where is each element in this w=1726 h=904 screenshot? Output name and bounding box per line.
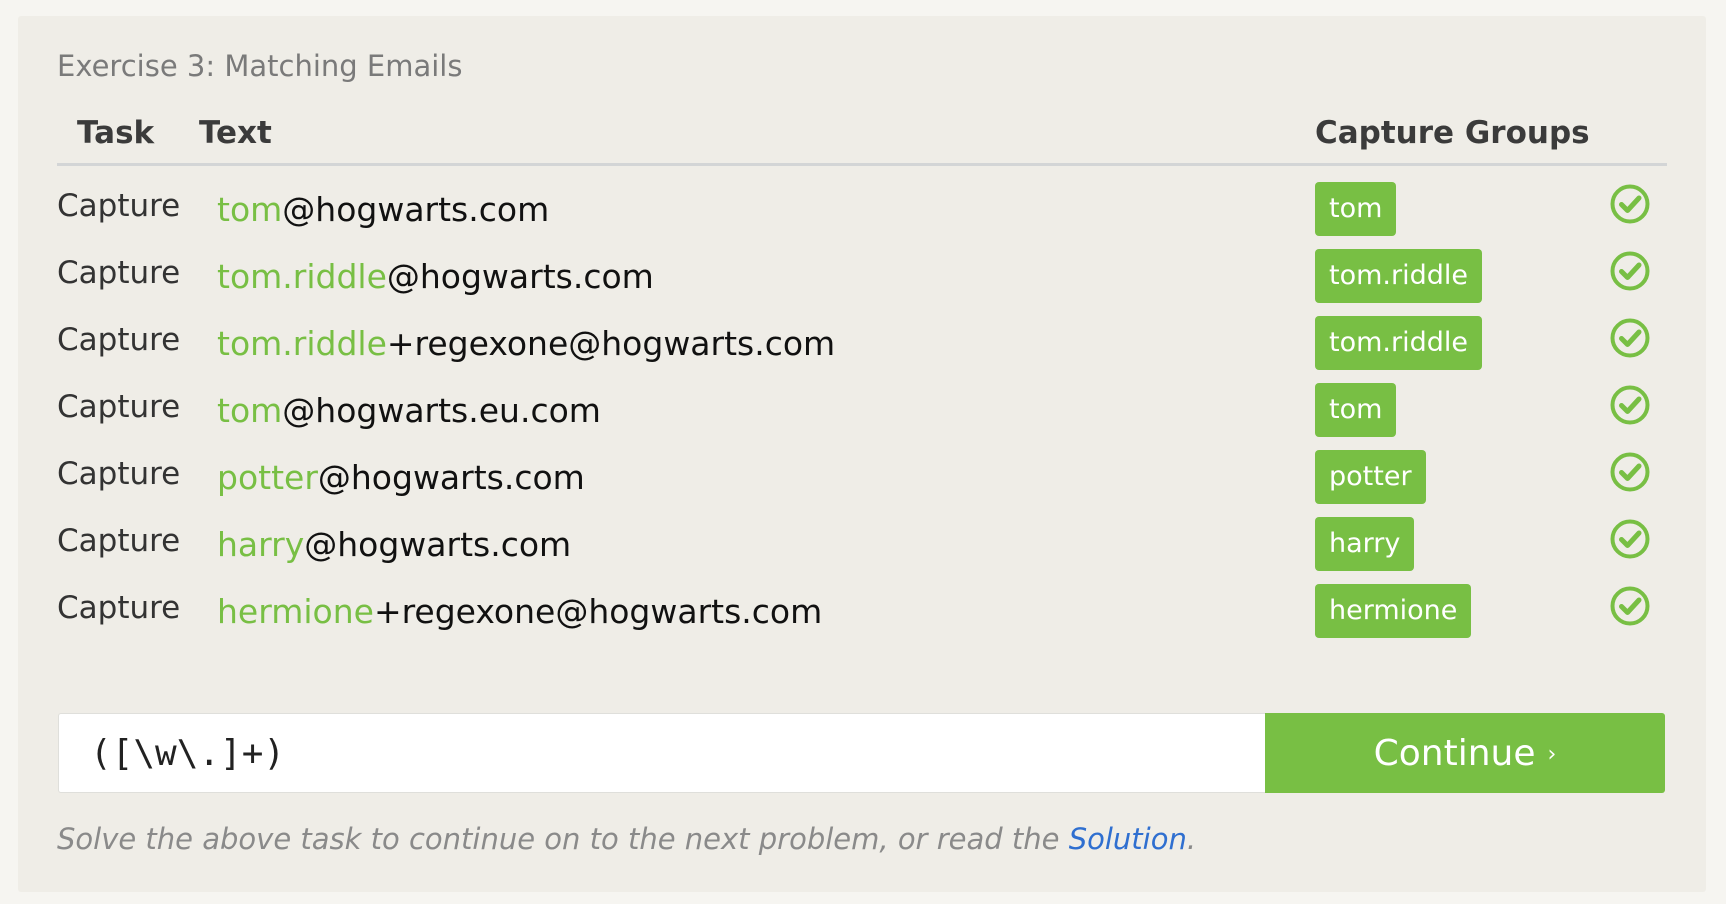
capture-group-badge: harry [1315,517,1415,571]
column-header-task: Task [77,115,155,151]
match-rest: @hogwarts.eu.com [282,391,601,430]
capture-group-badge: hermione [1315,584,1472,638]
row-text: hermione+regexone@hogwarts.com [217,592,822,631]
row-text: tom@hogwarts.eu.com [217,391,601,430]
task-label: Capture [57,389,181,425]
match-rest: @hogwarts.com [386,257,654,296]
header-divider [57,163,1667,166]
footer-hint: Solve the above task to continue on to t… [57,822,1196,856]
match-rest: @hogwarts.com [282,190,550,229]
continue-label: Continue [1373,732,1536,774]
exercise-panel: Exercise 3: Matching Emails Task Text Ca… [18,16,1706,892]
task-label: Capture [57,255,181,291]
match-highlight: potter [217,458,318,497]
capture-group-badge: tom [1315,383,1397,437]
footer-period: . [1186,822,1197,856]
capture-group-badge: tom [1315,182,1397,236]
task-row: Capture tom@hogwarts.com tom [18,182,1706,258]
task-row: Capture tom.riddle+regexone@hogwarts.com… [18,316,1706,392]
match-highlight: tom.riddle [217,257,387,296]
column-header-capture-groups: Capture Groups [1315,115,1590,151]
solution-link[interactable]: Solution [1069,822,1187,856]
row-text: tom.riddle+regexone@hogwarts.com [217,324,835,363]
check-circle-icon [1610,519,1650,559]
match-rest: @hogwarts.com [304,525,572,564]
task-label: Capture [57,590,181,626]
continue-button[interactable]: Continue › [1265,713,1665,793]
task-label: Capture [57,523,181,559]
check-circle-icon [1610,452,1650,492]
row-text: tom.riddle@hogwarts.com [217,257,654,296]
exercise-title: Exercise 3: Matching Emails [57,49,463,83]
task-label: Capture [57,456,181,492]
match-rest: +regexone@hogwarts.com [373,592,823,631]
footer-text: Solve the above task to continue on to t… [57,822,1069,856]
match-highlight: tom [217,190,283,229]
match-highlight: hermione [217,592,374,631]
match-rest: +regexone@hogwarts.com [386,324,836,363]
regex-input[interactable] [59,714,1266,792]
check-circle-icon [1610,318,1650,358]
match-highlight: harry [217,525,305,564]
task-label: Capture [57,322,181,358]
row-text: potter@hogwarts.com [217,458,585,497]
task-row: Capture tom.riddle@hogwarts.com tom.ridd… [18,249,1706,325]
capture-group-badge: potter [1315,450,1426,504]
check-circle-icon [1610,586,1650,626]
check-circle-icon [1610,184,1650,224]
capture-group-badge: tom.riddle [1315,316,1482,370]
row-text: harry@hogwarts.com [217,525,571,564]
chevron-right-icon: › [1547,741,1557,767]
match-highlight: tom [217,391,283,430]
task-row: Capture harry@hogwarts.com harry [18,517,1706,593]
match-rest: @hogwarts.com [317,458,585,497]
column-header-text: Text [199,115,272,151]
regex-input-container [58,713,1266,793]
match-highlight: tom.riddle [217,324,387,363]
check-circle-icon [1610,251,1650,291]
task-row: Capture potter@hogwarts.com potter [18,450,1706,526]
task-row: Capture hermione+regexone@hogwarts.com h… [18,584,1706,660]
task-row: Capture tom@hogwarts.eu.com tom [18,383,1706,459]
capture-group-badge: tom.riddle [1315,249,1482,303]
row-text: tom@hogwarts.com [217,190,549,229]
task-label: Capture [57,188,181,224]
check-circle-icon [1610,385,1650,425]
